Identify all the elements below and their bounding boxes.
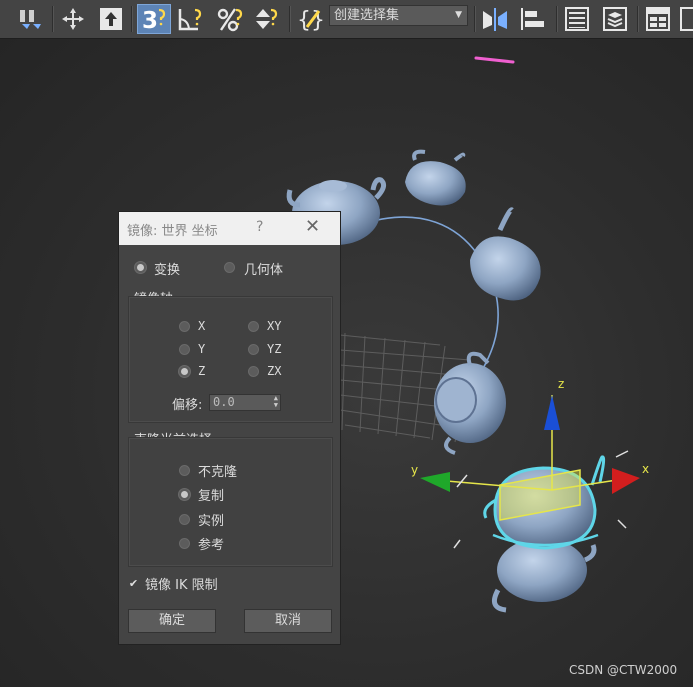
- spinner-snap-icon: [256, 8, 278, 29]
- graph-icon: [680, 7, 693, 31]
- gizmo-z-label: z: [558, 377, 564, 391]
- place-icon: [100, 8, 122, 30]
- spinner-arrows-icon[interactable]: ▲ ▼: [274, 395, 278, 409]
- check-icon: ✔: [128, 577, 139, 590]
- layers-icon: [603, 7, 627, 31]
- radio-geometry[interactable]: [224, 262, 235, 273]
- layer-explorer-button[interactable]: [600, 4, 630, 34]
- watermark: CSDN @CTW2000: [569, 663, 678, 677]
- ribbon-toggle-button[interactable]: [643, 4, 673, 34]
- axis-yz-label: YZ: [267, 342, 282, 356]
- toolbar-separator: [131, 6, 133, 32]
- perspective-viewport[interactable]: z y x: [0, 39, 693, 687]
- toolbar-separator: [474, 6, 476, 32]
- dialog-titlebar[interactable]: 镜像: 世界 坐标 ? ✕: [119, 212, 340, 245]
- list-icon: [565, 7, 589, 31]
- svg-text:{: {: [297, 8, 311, 33]
- radio-reference[interactable]: [179, 538, 190, 549]
- axis-z-label: Z: [198, 364, 206, 378]
- gizmo-y-label: y: [411, 463, 418, 477]
- axis-xy-label: XY: [267, 319, 282, 333]
- close-icon[interactable]: ✕: [305, 216, 320, 237]
- gizmo-x-label: x: [642, 462, 649, 476]
- axis-y-label: Y: [198, 342, 206, 356]
- graph-editor-button[interactable]: [679, 4, 693, 34]
- radio-copy[interactable]: [179, 489, 190, 500]
- copy-label: 复制: [198, 489, 225, 504]
- ok-button[interactable]: 确定: [128, 609, 216, 633]
- radio-axis-xy[interactable]: [248, 321, 259, 332]
- ribbon-icon: [646, 7, 670, 31]
- radio-axis-x[interactable]: [179, 321, 190, 332]
- radio-axis-z[interactable]: [179, 366, 190, 377]
- move-button[interactable]: [58, 4, 88, 34]
- named-selection-icon: { }: [297, 8, 325, 33]
- toolbar-separator: [289, 6, 291, 32]
- selection-set-label: 创建选择集: [334, 8, 400, 23]
- radio-transform[interactable]: [135, 262, 146, 273]
- link-icon: [20, 10, 41, 29]
- snap-3d-icon: 3: [142, 8, 166, 33]
- scene-explorer-button[interactable]: [562, 4, 592, 34]
- help-button[interactable]: ?: [256, 219, 263, 235]
- teapot-3: [470, 207, 541, 301]
- teapot-4: [434, 351, 506, 455]
- toolbar-separator: [637, 6, 639, 32]
- offset-spinner[interactable]: 0.0 ▲ ▼: [209, 394, 281, 411]
- mirror-ik-label: 镜像 IK 限制: [145, 578, 218, 593]
- axis-x-label: X: [198, 319, 206, 333]
- clone-group: [128, 437, 333, 567]
- radio-geometry-label: 几何体: [244, 263, 284, 278]
- mirror-dialog: 镜像: 世界 坐标 ? ✕ 变换 几何体 镜像轴: X Y Z XY YZ ZX…: [118, 211, 341, 645]
- reference-label: 参考: [198, 538, 225, 553]
- no-clone-label: 不克隆: [198, 465, 238, 480]
- percent-snap-icon: [217, 8, 243, 32]
- radio-no-clone[interactable]: [179, 465, 190, 476]
- scene-canvas: z y x: [286, 56, 649, 613]
- percent-snap-button[interactable]: [213, 4, 247, 34]
- radio-axis-zx[interactable]: [248, 366, 259, 377]
- edit-named-selection-button[interactable]: { }: [296, 4, 326, 34]
- move-icon: [62, 8, 84, 30]
- angle-snap-button[interactable]: [175, 4, 207, 34]
- axis-zx-label: ZX: [267, 364, 282, 378]
- select-and-place-button[interactable]: [96, 4, 126, 34]
- offset-label: 偏移:: [172, 398, 203, 413]
- mirror-ik-checkbox[interactable]: ✔: [128, 578, 139, 589]
- radio-transform-label: 变换: [154, 263, 181, 278]
- radio-instance[interactable]: [179, 514, 190, 525]
- toolbar-separator: [52, 6, 54, 32]
- svg-text:3: 3: [142, 8, 158, 33]
- mirror-icon: [483, 8, 507, 31]
- teapot-2: [405, 149, 466, 206]
- select-link-button[interactable]: [14, 4, 46, 34]
- dialog-title: 镜像: 世界 坐标: [127, 224, 218, 239]
- instance-label: 实例: [198, 514, 225, 529]
- radio-axis-y[interactable]: [179, 344, 190, 355]
- chevron-down-icon: ▼: [455, 10, 462, 20]
- main-toolbar: 3 { } 创建选择集 ▼: [0, 0, 693, 39]
- angle-snap-icon: [178, 8, 202, 31]
- offset-value: 0.0: [213, 395, 235, 409]
- spinner-snap-button[interactable]: [251, 4, 283, 34]
- align-button[interactable]: [516, 4, 550, 34]
- cancel-button[interactable]: 取消: [244, 609, 332, 633]
- align-icon: [521, 8, 544, 30]
- selection-set-dropdown[interactable]: 创建选择集 ▼: [329, 5, 468, 26]
- mirror-button[interactable]: [479, 4, 511, 34]
- toolbar-separator: [556, 6, 558, 32]
- snap-toggle-button[interactable]: 3: [137, 4, 171, 34]
- radio-axis-yz[interactable]: [248, 344, 259, 355]
